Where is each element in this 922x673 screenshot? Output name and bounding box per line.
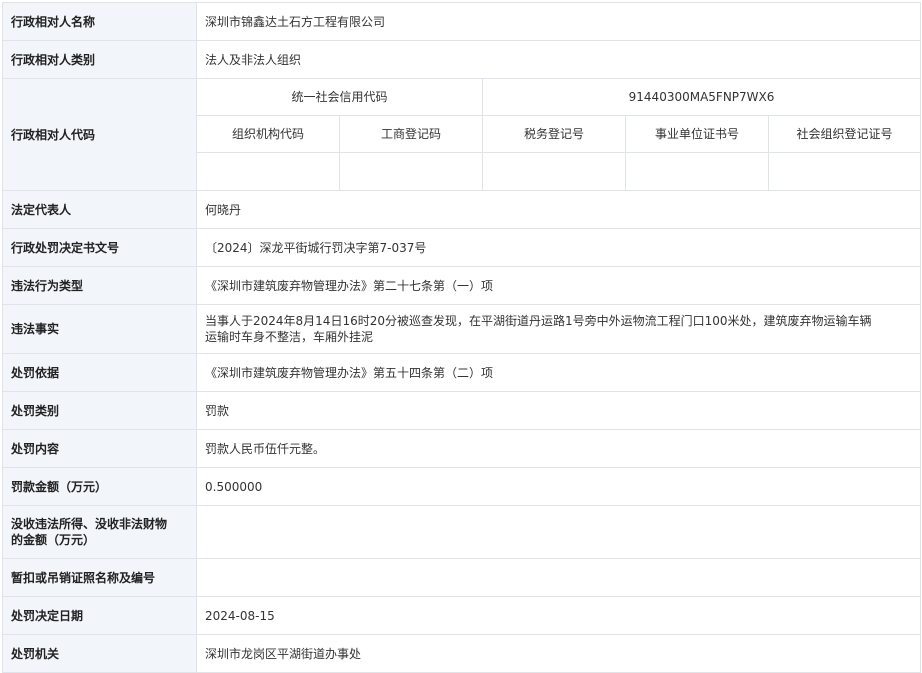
row-decision-no: 行政处罚决定书文号 〔2024〕深龙平街城行罚决字第7-037号	[2, 228, 922, 267]
license-label: 暂扣或吊销证照名称及编号	[2, 558, 197, 597]
penalty-info-table: 行政相对人名称 深圳市锦鑫达土石方工程有限公司 行政相对人类别 法人及非法人组织…	[2, 2, 922, 673]
basis-value: 《深圳市建筑废弃物管理办法》第五十四条第（二）项	[195, 353, 922, 392]
license-value	[195, 558, 922, 597]
row-penalty-content: 处罚内容 罚款人民币伍仟元整。	[2, 429, 922, 468]
fine-value: 0.500000	[195, 467, 922, 506]
row-fine: 罚款金额（万元） 0.500000	[2, 467, 922, 506]
row-legal-rep: 法定代表人 何晓丹	[2, 190, 922, 229]
tax-reg-header: 税务登记号	[482, 115, 626, 153]
confiscation-value	[195, 505, 922, 559]
row-date: 处罚决定日期 2024-08-15	[2, 596, 922, 635]
penalty-type-value: 罚款	[195, 391, 922, 430]
institution-cert-value	[625, 152, 769, 191]
fine-label: 罚款金额（万元）	[2, 467, 197, 506]
penalty-type-label: 处罚类别	[2, 391, 197, 430]
name-value: 深圳市锦鑫达土石方工程有限公司	[195, 2, 922, 41]
category-value: 法人及非法人组织	[195, 40, 922, 79]
confiscation-label-line-1: 没收违法所得、没收非法财物	[11, 517, 168, 531]
decision-no-value: 〔2024〕深龙平街城行罚决字第7-037号	[195, 228, 922, 267]
row-confiscation: 没收违法所得、没收非法财物 的金额（万元）	[2, 505, 922, 559]
social-org-value	[767, 152, 922, 191]
row-authority: 处罚机关 深圳市龙岗区平湖街道办事处	[2, 634, 922, 673]
org-code-header: 组织机构代码	[196, 115, 340, 153]
penalty-content-label: 处罚内容	[2, 429, 197, 468]
authority-value: 深圳市龙岗区平湖街道办事处	[195, 634, 922, 673]
row-license: 暂扣或吊销证照名称及编号	[2, 558, 922, 597]
confiscation-label-line-2: 的金额（万元）	[11, 533, 96, 547]
legal-rep-value: 何晓丹	[195, 190, 922, 229]
penalty-content-value: 罚款人民币伍仟元整。	[195, 429, 922, 468]
credit-code-value: 91440300MA5FNP7WX6	[481, 78, 922, 116]
decision-no-label: 行政处罚决定书文号	[2, 228, 197, 267]
name-label: 行政相对人名称	[2, 2, 197, 41]
date-label: 处罚决定日期	[2, 596, 197, 635]
institution-cert-header: 事业单位证书号	[625, 115, 769, 153]
violation-type-value: 《深圳市建筑废弃物管理办法》第二十七条第（一）项	[195, 266, 922, 305]
category-label: 行政相对人类别	[2, 40, 197, 79]
row-facts: 违法事实 当事人于2024年8月14日16时20分被巡查发现，在平湖街道丹运路1…	[2, 304, 922, 354]
facts-label: 违法事实	[2, 304, 197, 354]
credit-code-label: 统一社会信用代码	[196, 78, 483, 116]
code-label: 行政相对人代码	[2, 78, 197, 191]
row-basis: 处罚依据 《深圳市建筑废弃物管理办法》第五十四条第（二）项	[2, 353, 922, 392]
row-penalty-type: 处罚类别 罚款	[2, 391, 922, 430]
confiscation-label: 没收违法所得、没收非法财物 的金额（万元）	[2, 505, 197, 559]
org-code-value	[196, 152, 340, 191]
facts-line-1: 当事人于2024年8月14日16时20分被巡查发现，在平湖街道丹运路1号旁中外运…	[205, 314, 872, 328]
legal-rep-label: 法定代表人	[2, 190, 197, 229]
facts-line-2: 运输时车身不整洁，车厢外挂泥	[205, 330, 374, 344]
social-org-header: 社会组织登记证号	[767, 115, 922, 153]
business-reg-header: 工商登记码	[339, 115, 483, 153]
authority-label: 处罚机关	[2, 634, 197, 673]
business-reg-value	[339, 152, 483, 191]
date-value: 2024-08-15	[195, 596, 922, 635]
row-category: 行政相对人类别 法人及非法人组织	[2, 40, 922, 79]
tax-reg-value	[482, 152, 626, 191]
facts-value: 当事人于2024年8月14日16时20分被巡查发现，在平湖街道丹运路1号旁中外运…	[195, 304, 922, 354]
row-violation-type: 违法行为类型 《深圳市建筑废弃物管理办法》第二十七条第（一）项	[2, 266, 922, 305]
violation-type-label: 违法行为类型	[2, 266, 197, 305]
row-name: 行政相对人名称 深圳市锦鑫达土石方工程有限公司	[2, 2, 922, 41]
basis-label: 处罚依据	[2, 353, 197, 392]
row-code-credit: 行政相对人代码 统一社会信用代码 91440300MA5FNP7WX6	[2, 78, 922, 191]
